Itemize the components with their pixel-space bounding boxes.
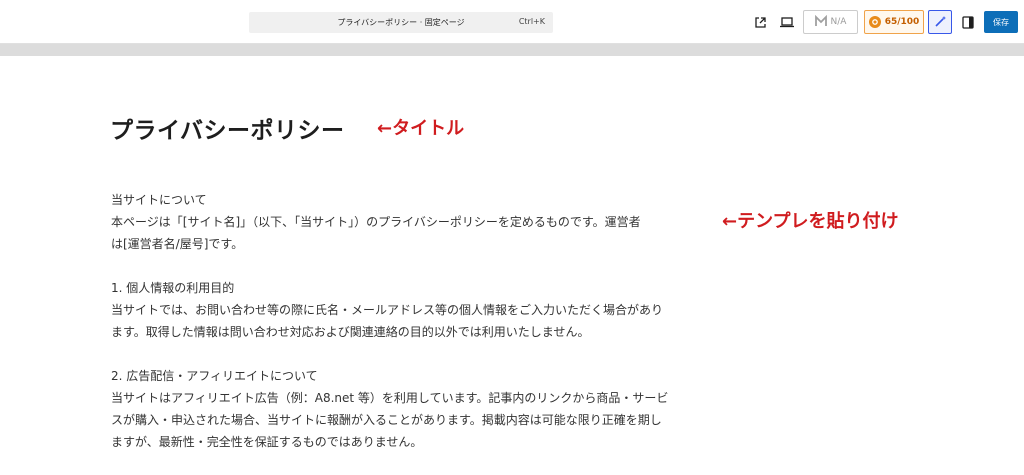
paragraph-line: 本ページは「[サイト名]」（以下、「当サイト」）のプライバシーポリシーを定めるも… — [111, 215, 641, 229]
content-paragraph[interactable]: 2. 広告配信・アフィリエイトについて 当サイトはアフィリエイト広告（例：A8.… — [111, 365, 681, 453]
score-label: 65/100 — [884, 17, 920, 27]
command-palette-bar[interactable]: プライバシーポリシー · 固定ページ Ctrl+K — [249, 12, 553, 33]
template-annotation: ←テンプレを貼り付け — [722, 211, 899, 232]
score-button[interactable]: 65/100 — [864, 10, 924, 34]
seo-status-label: N/A — [830, 17, 847, 27]
page-title[interactable]: プライバシーポリシー — [110, 111, 345, 145]
seo-logo-icon — [814, 14, 827, 30]
sidebar-toggle-icon[interactable] — [959, 13, 977, 31]
paragraph-line: は[運営者名/屋号]です。 — [111, 237, 244, 251]
external-link-icon[interactable] — [751, 13, 769, 31]
desktop-preview-icon[interactable] — [778, 13, 796, 31]
paragraph-line: 当サイトでは、お問い合わせ等の際に氏名・メールアドレス等の個人情報をご入力いただ… — [111, 303, 664, 317]
section-heading: 2. 広告配信・アフィリエイトについて — [111, 369, 318, 383]
content-paragraph[interactable]: 当サイトについて 本ページは「[サイト名]」（以下、「当サイト」）のプライバシー… — [111, 189, 681, 255]
editor-frame-band — [0, 44, 1024, 56]
seo-status-button[interactable]: N/A — [803, 10, 858, 34]
document-title: プライバシーポリシー · 固定ページ — [337, 18, 465, 27]
section-heading: 1. 個人情報の利用目的 — [111, 281, 235, 295]
paragraph-line: スが購入・申込された場合、当サイトに報酬が入ることがあります。掲載内容は可能な限… — [111, 413, 662, 427]
magic-wand-icon — [934, 13, 947, 32]
section-heading: 当サイトについて — [111, 193, 207, 207]
content-paragraph[interactable]: 1. 個人情報の利用目的 当サイトでは、お問い合わせ等の際に氏名・メールアドレス… — [111, 277, 681, 343]
ai-assist-button[interactable] — [928, 10, 952, 34]
editor-toolbar: プライバシーポリシー · 固定ページ Ctrl+K N/A 65/100 保存 — [0, 0, 1024, 44]
title-annotation: ←タイトル — [377, 118, 465, 139]
post-content[interactable]: 当サイトについて 本ページは「[サイト名]」（以下、「当サイト」）のプライバシー… — [111, 189, 681, 475]
shortcut-hint: Ctrl+K — [518, 17, 545, 26]
paragraph-line: 当サイトはアフィリエイト広告（例：A8.net 等）を利用しています。記事内のリ… — [111, 391, 669, 405]
save-button[interactable]: 保存 — [984, 11, 1018, 33]
score-icon — [868, 16, 881, 28]
paragraph-line: ます。取得した情報は問い合わせ対応および関連連絡の目的以外では利用いたしません。 — [111, 325, 590, 339]
